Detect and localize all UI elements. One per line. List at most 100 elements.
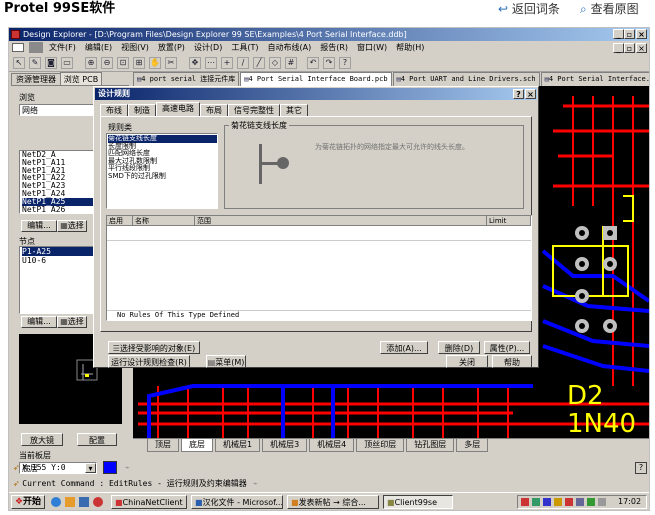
- column-header[interactable]: 启用: [107, 216, 133, 226]
- run-drc-button[interactable]: 运行设计规则检查(R): [108, 355, 190, 368]
- doc-tab[interactable]: ▤4 Port Serial Interface.prj: [540, 72, 649, 86]
- cut-icon[interactable]: ✂: [165, 57, 177, 69]
- menu-item[interactable]: 放置(P): [158, 41, 185, 55]
- menu-item[interactable]: 窗口(W): [357, 41, 387, 55]
- browse-label: 浏览: [19, 93, 35, 102]
- menu-item[interactable]: 视图(V): [121, 41, 149, 55]
- layer-tab[interactable]: 机械层3: [262, 439, 308, 452]
- grid-icon[interactable]: #: [285, 57, 297, 69]
- layer-tab[interactable]: 钻孔图层: [406, 439, 455, 452]
- layer-tab[interactable]: 机械层1: [215, 439, 261, 452]
- pad-icon[interactable]: ◙: [45, 57, 57, 69]
- add-rule-button[interactable]: 添加(A)...: [380, 341, 428, 354]
- taskbar-task[interactable]: ■Client99se: [383, 495, 453, 509]
- doc-tab[interactable]: ▤4 port serial 连接元件库: [133, 72, 240, 86]
- tray-icon[interactable]: [576, 498, 584, 506]
- layer-tab[interactable]: 顶层: [147, 439, 179, 452]
- zoom-minus-icon[interactable]: ⊖: [101, 57, 113, 69]
- tray-icon[interactable]: [587, 498, 595, 506]
- view-original-link[interactable]: ⌕ 查看原图: [580, 2, 639, 16]
- hand-icon[interactable]: ✋: [149, 57, 161, 69]
- net-edit-button[interactable]: 编辑...: [21, 220, 57, 232]
- rule-class-list[interactable]: 菊花链支线长度 长度限制 匹配网络长度 最大过孔数限制 平行线段限制 SMD下的过孔限制: [106, 133, 218, 209]
- undo-icon[interactable]: ↶: [307, 57, 319, 69]
- wire-icon[interactable]: ∕: [237, 57, 249, 69]
- back-to-entry-link[interactable]: ↩ 返回词条: [498, 2, 560, 16]
- quicklaunch-media-icon[interactable]: [93, 497, 103, 507]
- close-button[interactable]: ×: [636, 29, 647, 39]
- menu-item[interactable]: 工具(T): [231, 41, 258, 55]
- menu-item[interactable]: 报告(R): [320, 41, 348, 55]
- menu-item[interactable]: 文件(F): [49, 41, 76, 55]
- move-icon[interactable]: ✥: [189, 57, 201, 69]
- quicklaunch-mail-icon[interactable]: [65, 497, 75, 507]
- tray-icon[interactable]: [521, 498, 529, 506]
- tray-icon[interactable]: [565, 498, 573, 506]
- help-icon[interactable]: ?: [635, 462, 647, 474]
- tray-icon[interactable]: [554, 498, 562, 506]
- dialog-help-button[interactable]: ?: [513, 89, 524, 99]
- zoom-fit-icon[interactable]: ⊡: [117, 57, 129, 69]
- column-header[interactable]: Limit: [487, 216, 531, 226]
- zoom-plus-icon[interactable]: ⊕: [85, 57, 97, 69]
- panel-tab-browse-pcb[interactable]: 浏览 PCB: [60, 72, 102, 86]
- doc-minimize-button[interactable]: _: [613, 43, 624, 53]
- select-icon: ▦: [60, 317, 68, 326]
- cross-icon[interactable]: +: [221, 57, 233, 69]
- taskbar-task[interactable]: ■汉化文件 - Microsof...: [191, 495, 283, 509]
- pen-icon[interactable]: ✎: [29, 57, 41, 69]
- rules-table[interactable]: 启用 名称 范围 Limit No Rules Of This Type Define…: [106, 215, 532, 321]
- resize-grip-icon[interactable]: ⌁: [125, 463, 130, 472]
- dialog-close-button[interactable]: ×: [525, 89, 536, 99]
- menu-item[interactable]: 自动布线(A): [267, 41, 311, 55]
- layer-tab[interactable]: 顶丝印层: [356, 439, 405, 452]
- resize-grip-icon[interactable]: ⌁: [253, 479, 258, 488]
- arrow-down-icon[interactable]: [29, 42, 43, 53]
- doc-close-button[interactable]: ×: [636, 43, 647, 53]
- tray-icon[interactable]: [543, 498, 551, 506]
- coords-readout: ➶ X:155 Y:0: [13, 463, 66, 472]
- poly-icon[interactable]: ◇: [269, 57, 281, 69]
- app-icon: ■: [115, 498, 123, 507]
- tray-icon[interactable]: [598, 498, 606, 506]
- close-dialog-button[interactable]: 关闭: [446, 355, 488, 368]
- layer-tab[interactable]: 多层: [456, 439, 489, 452]
- magnifier-button[interactable]: 放大镜: [21, 433, 63, 446]
- doc-restore-button[interactable]: ▫: [624, 43, 635, 53]
- quicklaunch-ie-icon[interactable]: [51, 497, 61, 507]
- dialog-tab[interactable]: 高速电路: [156, 102, 200, 117]
- cursor-icon[interactable]: ↖: [13, 57, 25, 69]
- layer-tab[interactable]: 机械层4: [309, 439, 355, 452]
- help-icon[interactable]: ?: [339, 57, 351, 69]
- help-button[interactable]: 帮助: [492, 355, 532, 368]
- doc-tab[interactable]: ▤4 Port UART and Line Drivers.sch: [392, 72, 540, 86]
- taskbar-task[interactable]: ■ChinaNetClient: [111, 495, 187, 509]
- config-button[interactable]: 配置: [77, 433, 117, 446]
- delete-rule-button[interactable]: 删除(D): [438, 341, 480, 354]
- quicklaunch-desktop-icon[interactable]: [79, 497, 89, 507]
- line-icon[interactable]: ╱: [253, 57, 265, 69]
- rule-class-item[interactable]: SMD下的过孔限制: [108, 172, 217, 181]
- minimize-button[interactable]: _: [613, 29, 624, 39]
- menu-item[interactable]: 设计(D): [194, 41, 222, 55]
- net-select-button[interactable]: ▦选择: [57, 220, 87, 232]
- select-icon[interactable]: ▭: [61, 57, 73, 69]
- dots-icon[interactable]: ⋯: [205, 57, 217, 69]
- rule-properties-button[interactable]: 属性(P)...: [484, 341, 530, 354]
- node-select-button[interactable]: ▦选择: [57, 316, 87, 328]
- menu-item[interactable]: 帮助(H): [396, 41, 424, 55]
- node-edit-button[interactable]: 编辑...: [21, 316, 57, 328]
- column-header[interactable]: 名称: [133, 216, 195, 226]
- dialog-menu-button[interactable]: ▤菜单(M): [206, 355, 246, 368]
- tray-icon[interactable]: [532, 498, 540, 506]
- maximize-button[interactable]: ▫: [624, 29, 635, 39]
- taskbar-task[interactable]: ■发表新帖 → 综合...: [287, 495, 379, 509]
- zoom-area-icon[interactable]: ⊞: [133, 57, 145, 69]
- layer-tab[interactable]: 底层: [181, 439, 213, 452]
- column-header[interactable]: 范围: [195, 216, 487, 226]
- menu-item[interactable]: 编辑(E): [85, 41, 112, 55]
- redo-icon[interactable]: ↷: [323, 57, 335, 69]
- select-affected-button[interactable]: ☰选择受影响的对象(E): [108, 341, 200, 354]
- start-button[interactable]: ❖开始: [11, 495, 45, 509]
- doc-tab[interactable]: ▤4 Port Serial Interface Board.pcb: [240, 72, 392, 86]
